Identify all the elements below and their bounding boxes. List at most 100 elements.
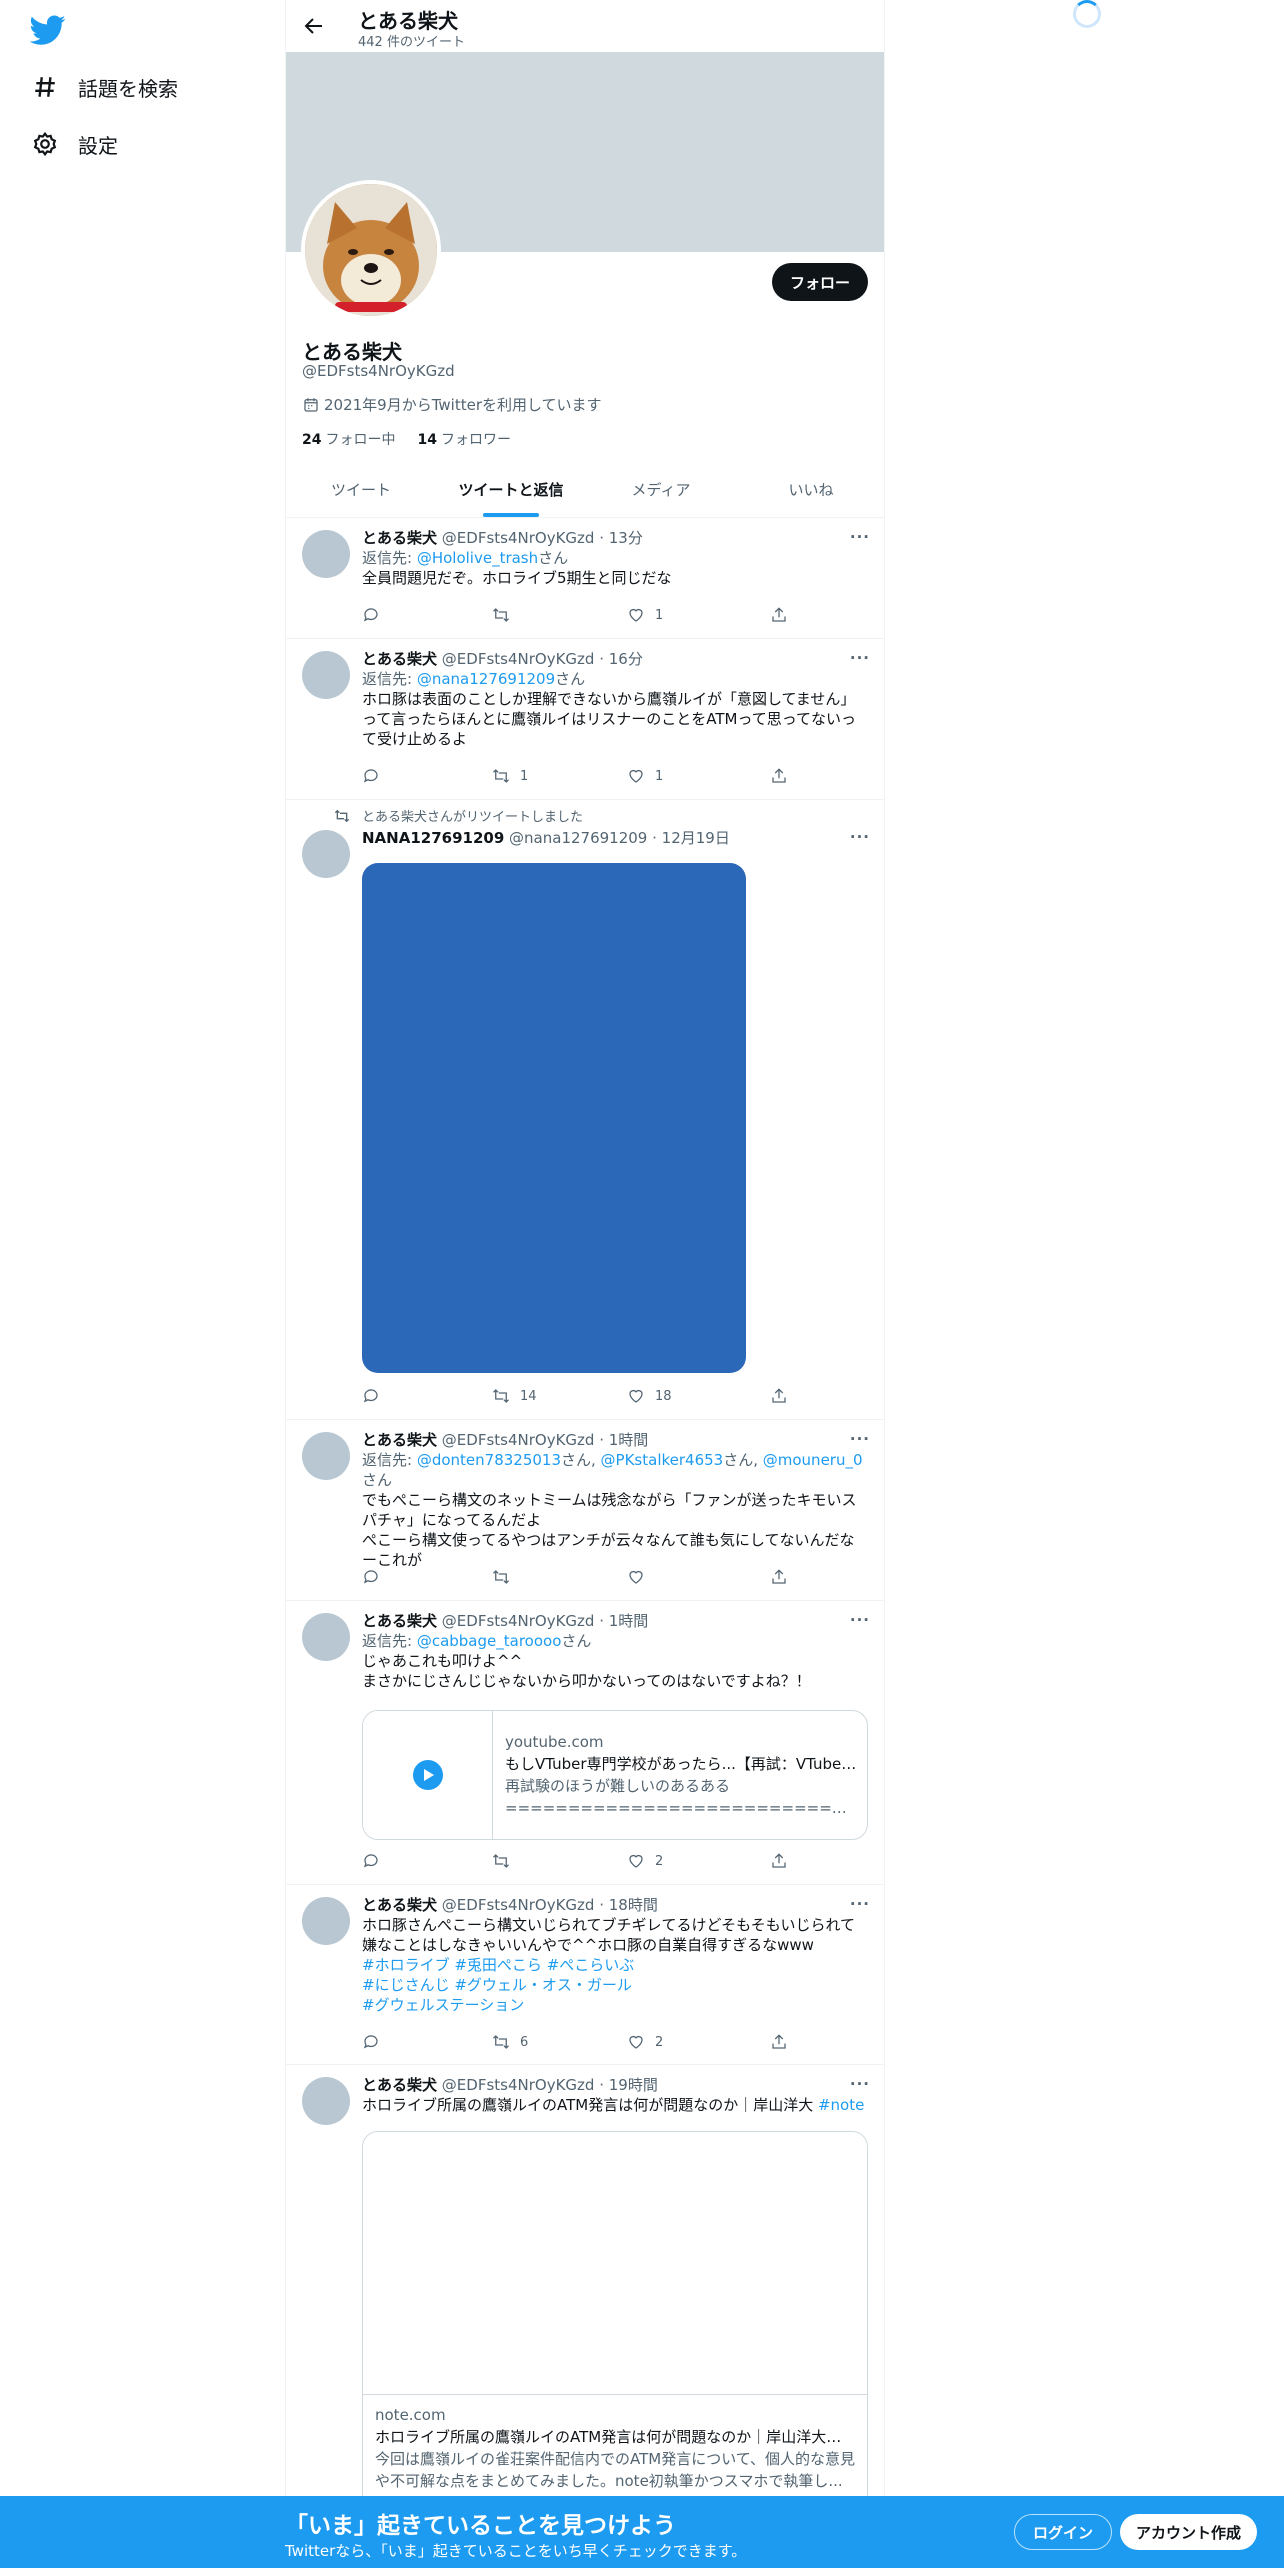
reply-button[interactable] [362, 2033, 380, 2051]
tweet[interactable]: ··· とある柴犬 @EDFsts4NrOyKGzd · 1時間 返信先: @d… [286, 1420, 884, 1601]
share-button[interactable] [770, 1568, 788, 1586]
reply-suffix: さん [555, 670, 586, 688]
retweet-context: とある柴犬さんがリツイートしました [334, 806, 583, 825]
hashtag-link[interactable]: #兎田ぺこら [454, 1956, 542, 1974]
nav-settings[interactable]: 設定 [32, 124, 118, 164]
tweet[interactable]: ··· とある柴犬 @EDFsts4NrOyKGzd · 1時間 返信先: @c… [286, 1601, 884, 1885]
reply-button[interactable] [362, 767, 380, 785]
reply-button[interactable] [362, 1387, 380, 1405]
tweet-avatar[interactable] [302, 1613, 350, 1661]
retweet-button[interactable]: 14 [492, 1387, 537, 1405]
tweet-time[interactable]: · 13分 [599, 529, 643, 547]
reply-mention[interactable]: @PKstalker4653 [601, 1451, 724, 1469]
share-button[interactable] [770, 1387, 788, 1405]
hashtag-link[interactable]: #グウェル・オス・ガール [454, 1976, 632, 1994]
tweet-header: とある柴犬 @EDFsts4NrOyKGzd · 18時間 [362, 1895, 870, 1915]
signup-button[interactable]: アカウント作成 [1120, 2514, 1258, 2550]
tweet-author-handle[interactable]: @EDFsts4NrOyKGzd [442, 1896, 595, 1914]
share-button[interactable] [770, 1852, 788, 1870]
tweet-author-handle[interactable]: @EDFsts4NrOyKGzd [442, 529, 595, 547]
reply-button[interactable] [362, 1568, 380, 1586]
retweet-button[interactable] [492, 606, 520, 624]
tweet-author-handle[interactable]: @EDFsts4NrOyKGzd [442, 650, 595, 668]
tweet-avatar[interactable] [302, 2077, 350, 2125]
follow-button[interactable]: フォロー [771, 263, 868, 301]
tweet-author-handle[interactable]: @nana127691209 [509, 829, 647, 847]
tweet[interactable]: ··· とある柴犬 @EDFsts4NrOyKGzd · 18時間 ホロ豚さんぺ… [286, 1885, 884, 2065]
tweet[interactable]: とある柴犬さんがリツイートしました ··· NANA127691209 @nan… [286, 800, 884, 1420]
followers-link[interactable]: 14 フォロワー [417, 429, 510, 449]
retweeted-by-text[interactable]: とある柴犬さんがリツイートしました [362, 806, 583, 825]
twitter-bird-icon[interactable] [30, 12, 66, 48]
like-button[interactable] [627, 1568, 655, 1586]
tweet-avatar[interactable] [302, 1432, 350, 1480]
hashtag-link[interactable]: #note [818, 2096, 864, 2114]
like-button[interactable]: 1 [627, 767, 663, 785]
reply-mention[interactable]: @mouneru_0 [763, 1451, 863, 1469]
reply-mention[interactable]: @cabbage_taroooo [417, 1632, 562, 1650]
hashtag-link[interactable]: #ホロライブ [362, 1956, 450, 1974]
tweet-time[interactable]: · 1時間 [599, 1612, 648, 1630]
following-link[interactable]: 24 フォロー中 [302, 429, 395, 449]
hashtag-link[interactable]: #にじさんじ [362, 1976, 450, 1994]
tweet-author-name[interactable]: とある柴犬 [362, 650, 437, 668]
tweet[interactable]: ··· とある柴犬 @EDFsts4NrOyKGzd · 16分 返信先: @n… [286, 639, 884, 800]
reply-icon [363, 1389, 378, 1403]
tweet-author-name[interactable]: とある柴犬 [362, 529, 437, 547]
share-icon [772, 1388, 786, 1403]
tab-tweets[interactable]: ツイート [286, 462, 436, 517]
reply-mention[interactable]: @Hololive_trash [417, 549, 538, 567]
tweet[interactable]: ··· とある柴犬 @EDFsts4NrOyKGzd · 19時間 ホロライブ所… [286, 2065, 884, 2568]
reply-button[interactable] [362, 1852, 380, 1870]
retweet-button[interactable] [492, 1568, 520, 1586]
hashtag-link[interactable]: #グウェルステーション [362, 1996, 524, 2014]
tweet-author-name[interactable]: NANA127691209 [362, 829, 504, 847]
share-button[interactable] [770, 2033, 788, 2051]
like-button[interactable]: 1 [627, 606, 663, 624]
tweet-author-name[interactable]: とある柴犬 [362, 1431, 437, 1449]
tweet-author-name[interactable]: とある柴犬 [362, 2076, 437, 2094]
retweet-button[interactable] [492, 1852, 520, 1870]
like-button[interactable]: 18 [627, 1387, 672, 1405]
link-card-youtube[interactable]: youtube.com もしVTuber専門学校があったら...【再試：VTub… [362, 1710, 868, 1840]
link-card-note[interactable]: note.com ホロライブ所属の鷹嶺ルイのATM発言は何が問題なのか｜岸山洋大… [362, 2131, 868, 2511]
login-button[interactable]: ログイン [1014, 2514, 1113, 2550]
tweet-time[interactable]: · 12月19日 [652, 829, 730, 847]
tweet-author-handle[interactable]: @EDFsts4NrOyKGzd [442, 1431, 595, 1449]
like-button[interactable]: 2 [627, 2033, 663, 2051]
like-button[interactable]: 2 [627, 1852, 663, 1870]
tweet-author-name[interactable]: とある柴犬 [362, 1896, 437, 1914]
tweet-avatar[interactable] [302, 830, 350, 878]
nav-explore[interactable]: 話題を検索 [32, 67, 178, 107]
tweet-time[interactable]: · 18時間 [599, 1896, 658, 1914]
retweet-button[interactable]: 6 [492, 2033, 528, 2051]
reply-mention[interactable]: @donten78325013 [417, 1451, 561, 1469]
tweet-avatar[interactable] [302, 1897, 350, 1945]
profile-joined: 2021年9月からTwitterを利用しています [302, 394, 602, 415]
hashtag-link[interactable]: #ぺこらいぶ [547, 1956, 635, 1974]
tweet-time[interactable]: · 1時間 [599, 1431, 648, 1449]
tweet-author-name[interactable]: とある柴犬 [362, 1612, 437, 1630]
tweet-media-image[interactable] [362, 863, 746, 1373]
retweet-button[interactable]: 1 [492, 767, 528, 785]
profile-avatar[interactable] [301, 180, 441, 320]
reply-mention[interactable]: @nana127691209 [417, 670, 555, 688]
tweet-time[interactable]: · 16分 [599, 650, 643, 668]
tweet-time[interactable]: · 19時間 [599, 2076, 658, 2094]
retweet-count: 6 [520, 2034, 529, 2050]
tweet-avatar[interactable] [302, 530, 350, 578]
tweet-text: じゃあこれも叩けよ^^ まさかにじさんじじゃないから叩かないってのはないですよね… [362, 1652, 811, 1690]
tweet-header: とある柴犬 @EDFsts4NrOyKGzd · 16分 [362, 649, 870, 669]
tweet[interactable]: ··· とある柴犬 @EDFsts4NrOyKGzd · 13分 返信先: @H… [286, 518, 884, 639]
reply-button[interactable] [362, 606, 380, 624]
tweet-author-handle[interactable]: @EDFsts4NrOyKGzd [442, 2076, 595, 2094]
share-button[interactable] [770, 767, 788, 785]
tweet-author-handle[interactable]: @EDFsts4NrOyKGzd [442, 1612, 595, 1630]
tab-likes[interactable]: いいね [736, 462, 884, 517]
back-arrow-icon[interactable] [302, 14, 326, 38]
tab-media[interactable]: メディア [586, 462, 736, 517]
tab-tweets-and-replies[interactable]: ツイートと返信 [436, 462, 586, 517]
share-button[interactable] [770, 606, 788, 624]
tweet-avatar[interactable] [302, 651, 350, 699]
tweet-header: NANA127691209 @nana127691209 · 12月19日 [362, 828, 870, 848]
